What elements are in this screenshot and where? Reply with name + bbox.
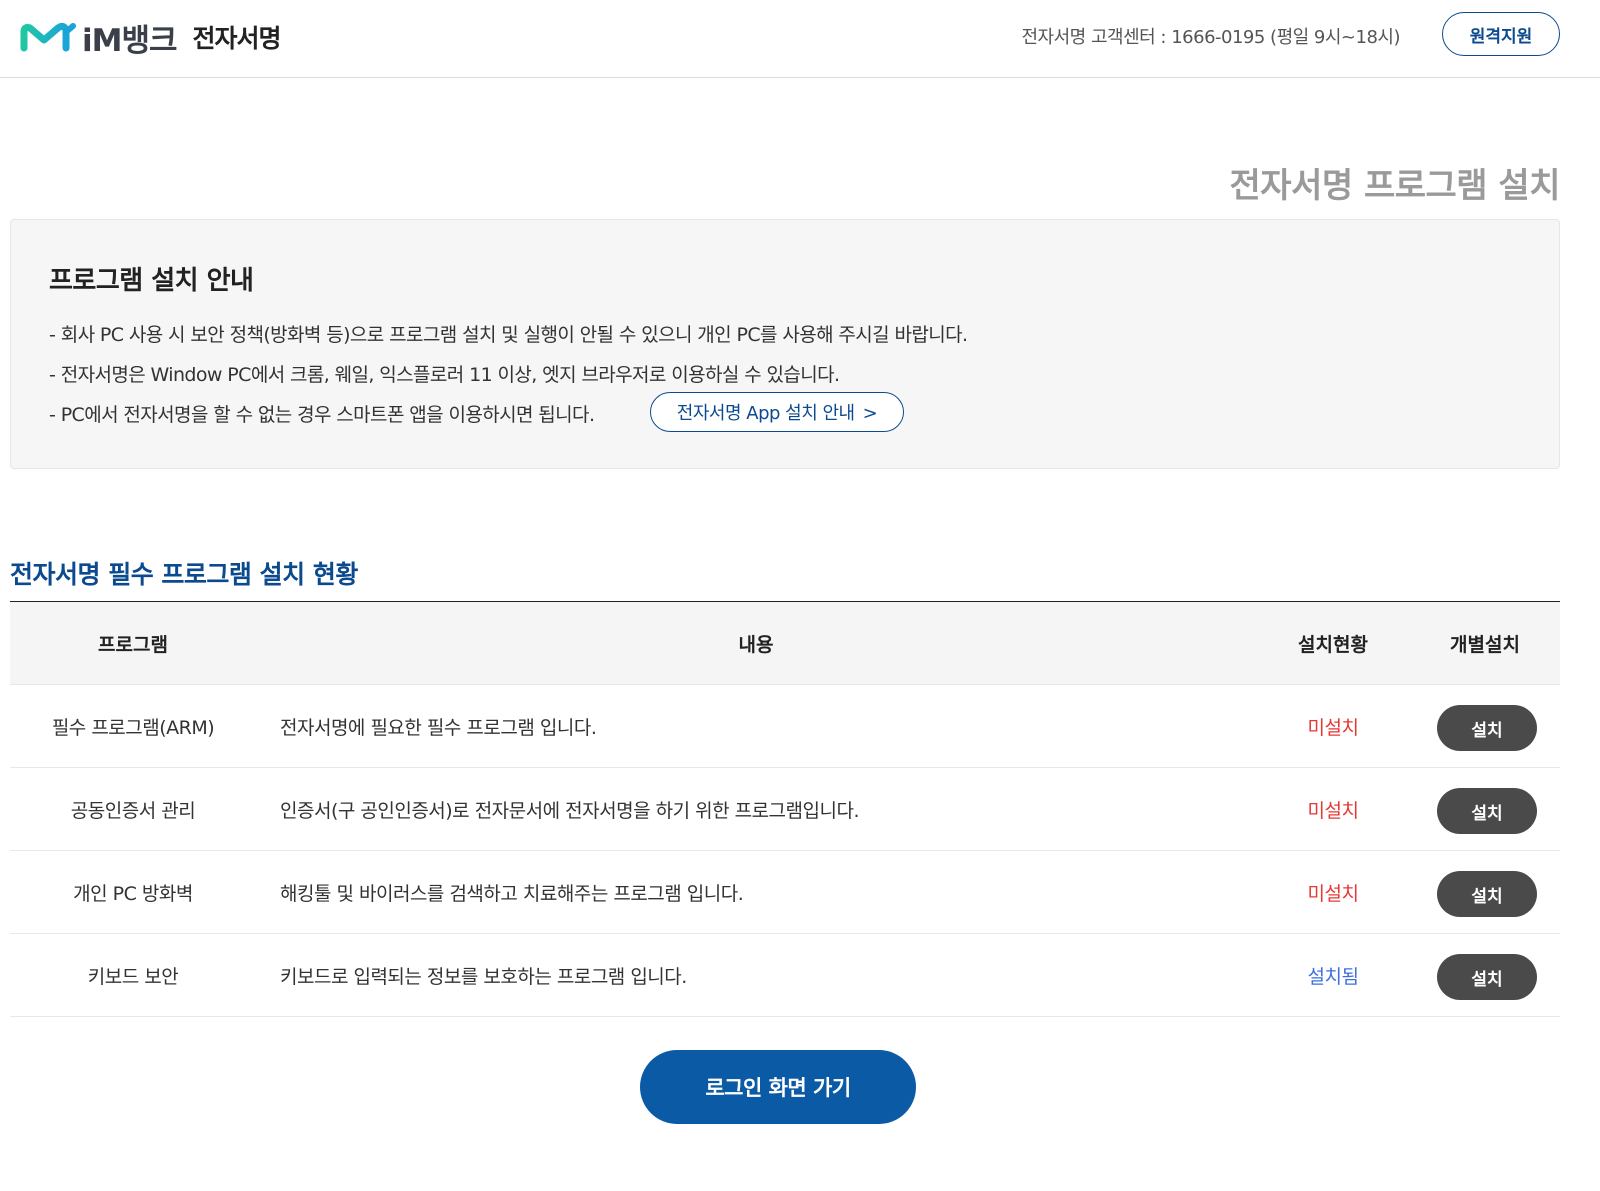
im-bank-logo-icon [20, 22, 76, 52]
section-title: 전자서명 필수 프로그램 설치 현황 [10, 560, 358, 589]
brand-name: iM뱅크 [82, 22, 178, 59]
install-button[interactable]: 설치 [1437, 705, 1537, 751]
install-guide-line: - 회사 PC 사용 시 보안 정책(방화벽 등)으로 프로그램 설치 및 실행… [49, 324, 968, 346]
brand-subtitle: 전자서명 [192, 24, 282, 53]
table-row: 공동인증서 관리 인증서(구 공인인증서)로 전자문서에 전자서명을 하기 위한… [10, 767, 1560, 850]
brand-logo[interactable]: iM뱅크 전자서명 [20, 20, 282, 59]
chevron-right-icon: > [862, 403, 878, 424]
program-description: 인증서(구 공인인증서)로 전자문서에 전자서명을 하기 위한 프로그램입니다. [280, 799, 859, 822]
column-header-program: 프로그램 [98, 633, 168, 656]
install-status: 미설치 [1307, 799, 1359, 822]
install-guide-box: 프로그램 설치 안내 - 회사 PC 사용 시 보안 정책(방화벽 등)으로 프… [10, 219, 1560, 469]
customer-center-info: 전자서명 고객센터 : 1666-0195 (평일 9시~18시) [1021, 27, 1401, 48]
table-header: 프로그램 내용 설치현황 개별설치 [10, 602, 1560, 684]
column-header-install: 개별설치 [1450, 633, 1520, 656]
program-name: 공동인증서 관리 [70, 799, 196, 822]
app-install-guide-button[interactable]: 전자서명 App 설치 안내 > [650, 392, 904, 432]
page-title: 전자서명 프로그램 설치 [1229, 166, 1561, 206]
app-install-guide-label: 전자서명 App 설치 안내 [676, 403, 855, 424]
install-guide-title: 프로그램 설치 안내 [49, 266, 254, 296]
install-cell: 설치 [1410, 701, 1560, 751]
header: iM뱅크 전자서명 전자서명 고객센터 : 1666-0195 (평일 9시~1… [0, 0, 1600, 78]
install-cell: 설치 [1410, 950, 1560, 1000]
table-row: 개인 PC 방화벽 해킹툴 및 바이러스를 검색하고 치료해주는 프로그램 입니… [10, 850, 1560, 933]
program-description: 전자서명에 필요한 필수 프로그램 입니다. [280, 716, 597, 739]
program-name: 필수 프로그램(ARM) [51, 716, 215, 739]
column-header-description: 내용 [738, 633, 774, 656]
table-row: 필수 프로그램(ARM) 전자서명에 필요한 필수 프로그램 입니다. 미설치 … [10, 684, 1560, 767]
install-button[interactable]: 설치 [1437, 954, 1537, 1000]
install-cell: 설치 [1410, 784, 1560, 834]
program-name: 키보드 보안 [87, 965, 179, 988]
program-description: 해킹툴 및 바이러스를 검색하고 치료해주는 프로그램 입니다. [280, 882, 744, 905]
program-status-table: 프로그램 내용 설치현황 개별설치 필수 프로그램(ARM) 전자서명에 필요한… [10, 601, 1560, 1017]
program-description: 키보드로 입력되는 정보를 보호하는 프로그램 입니다. [280, 965, 687, 988]
column-header-status: 설치현황 [1298, 633, 1368, 656]
program-name: 개인 PC 방화벽 [73, 882, 193, 905]
install-guide-line: - PC에서 전자서명을 할 수 없는 경우 스마트폰 앱을 이용하시면 됩니다… [49, 404, 595, 426]
install-button[interactable]: 설치 [1437, 871, 1537, 917]
install-guide-line: - 전자서명은 Window PC에서 크롬, 웨일, 익스플로러 11 이상,… [49, 364, 840, 386]
install-status: 미설치 [1307, 716, 1359, 739]
install-status: 설치됨 [1307, 965, 1359, 988]
install-button[interactable]: 설치 [1437, 788, 1537, 834]
go-to-login-button[interactable]: 로그인 화면 가기 [640, 1050, 916, 1124]
install-cell: 설치 [1410, 867, 1560, 917]
table-row: 키보드 보안 키보드로 입력되는 정보를 보호하는 프로그램 입니다. 설치됨 … [10, 933, 1560, 1017]
install-status: 미설치 [1307, 882, 1359, 905]
remote-support-button[interactable]: 원격지원 [1442, 12, 1560, 56]
